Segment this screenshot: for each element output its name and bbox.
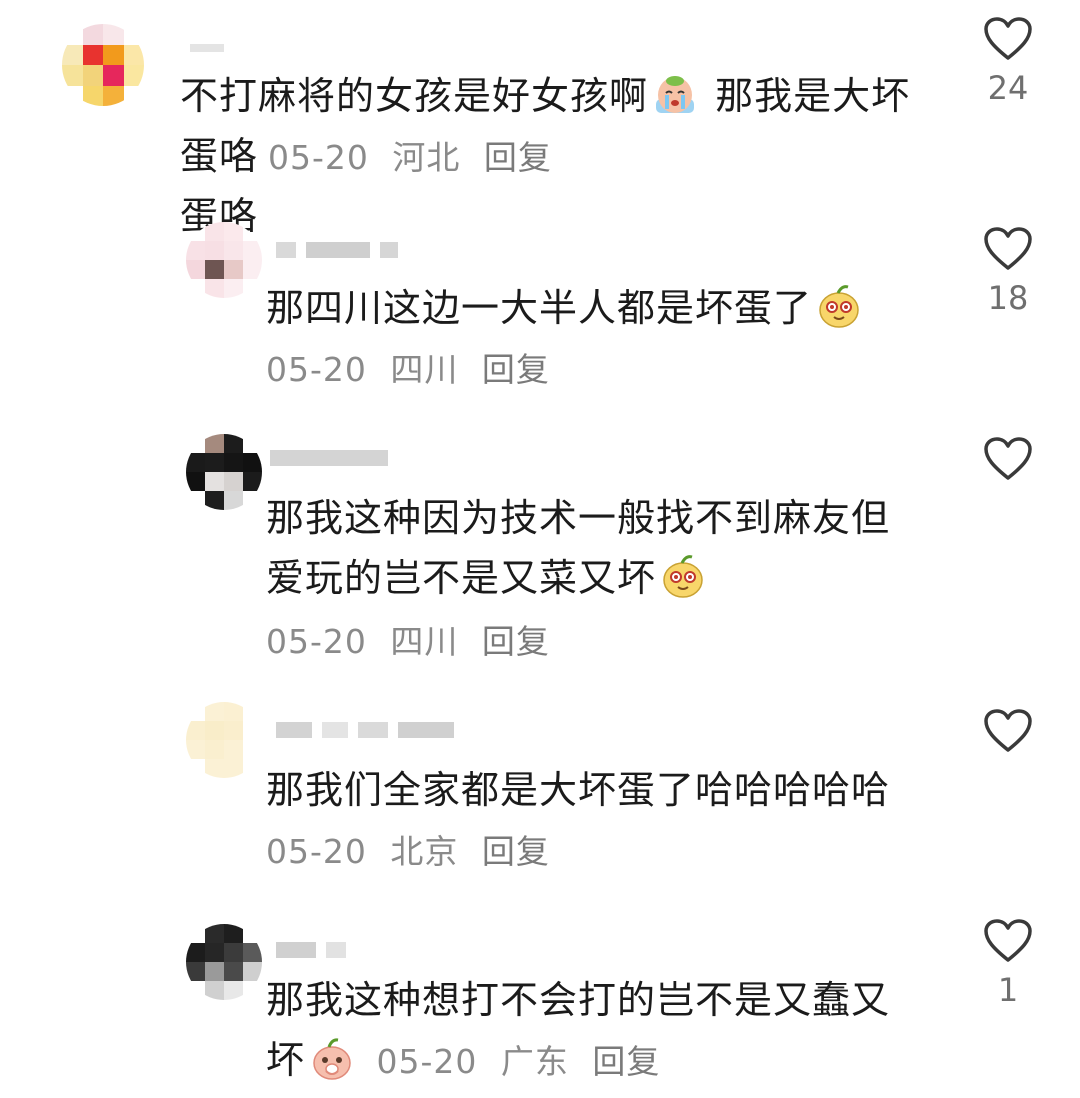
like-control: 24 [978,16,1038,108]
shy-peach-emoji-icon [313,1038,351,1080]
like-count [978,760,1038,800]
reply-button[interactable]: 回复 [482,832,550,871]
comment-date: 05-20 [266,832,367,871]
comment-text: 那我这种想打不会打的岂不是又蠢又 坏 05-20 广东 回复 [266,970,946,1092]
avatar[interactable] [186,434,262,510]
comment-location: 北京 [390,832,459,871]
comment-date: 05-20 [266,350,367,389]
like-control: 1 [978,918,1038,1010]
username-blurred[interactable] [276,242,398,258]
avatar[interactable] [186,222,262,298]
comment-body-line1: 那我这种因为技术一般找不到麻友但 [266,496,891,540]
username-blurred[interactable] [270,450,388,466]
comment-body: 那四川这边一大半人都是坏蛋了 [266,286,813,330]
comment-date: 05-20 [268,138,369,177]
reply-button[interactable]: 回复 [482,622,550,661]
comment-text: 那我这种因为技术一般找不到麻友但 爱玩的岂不是又菜又坏 [266,488,946,608]
avatar[interactable] [186,924,262,1000]
smirk-pear-emoji-icon [663,555,703,598]
username-blurred[interactable] [276,722,454,738]
crying-emoji-icon [656,76,695,113]
comment-meta: 05-20 四川 回复 [266,612,562,672]
comment-meta: 05-20 广东 回复 [365,1042,672,1081]
heart-outline-icon[interactable] [983,708,1033,754]
heart-outline-icon[interactable] [983,16,1033,62]
username-blurred[interactable] [190,40,224,56]
like-control [978,708,1038,800]
like-count: 18 [987,279,1029,317]
reply-button[interactable]: 回复 [592,1042,660,1081]
avatar[interactable] [62,24,144,106]
comment-body: 那我们全家都是大坏蛋了哈哈哈哈哈 [266,768,891,812]
comment-body: 不打麻将的女孩是好女孩啊 [180,74,649,118]
comment-text: 那我们全家都是大坏蛋了哈哈哈哈哈 [266,760,890,820]
smirk-pear-emoji-icon [819,285,859,328]
comment-location: 四川 [390,622,459,661]
like-control: 18 [978,226,1038,318]
comment-body-line2: 坏 [266,1038,306,1082]
comment-location: 四川 [390,350,459,389]
heart-outline-icon[interactable] [983,226,1033,272]
heart-outline-icon[interactable] [983,918,1033,964]
comment-meta: 05-20 河北 回复 [268,128,564,188]
like-count [978,488,1038,528]
comment-date: 05-20 [376,1042,478,1081]
comment-meta: 05-20 北京 回复 [266,822,562,882]
reply-button[interactable]: 回复 [482,350,550,389]
like-count: 24 [987,69,1029,107]
heart-outline-icon[interactable] [983,436,1033,482]
like-count: 1 [997,971,1019,1009]
comment-text: 那四川这边一大半人都是坏蛋了 [266,278,866,338]
username-blurred[interactable] [276,942,346,958]
reply-button[interactable]: 回复 [484,138,552,177]
comment-body-line1: 那我这种想打不会打的岂不是又蠢又 [266,978,891,1022]
comment-date: 05-20 [266,622,367,661]
comment-location: 河北 [392,138,461,177]
comment-location: 广东 [500,1042,569,1081]
comment-body-line2: 爱玩的岂不是又菜又坏 [266,556,657,600]
avatar[interactable] [186,702,262,778]
like-control [978,436,1038,528]
comment-meta: 05-20 四川 回复 [266,340,562,400]
